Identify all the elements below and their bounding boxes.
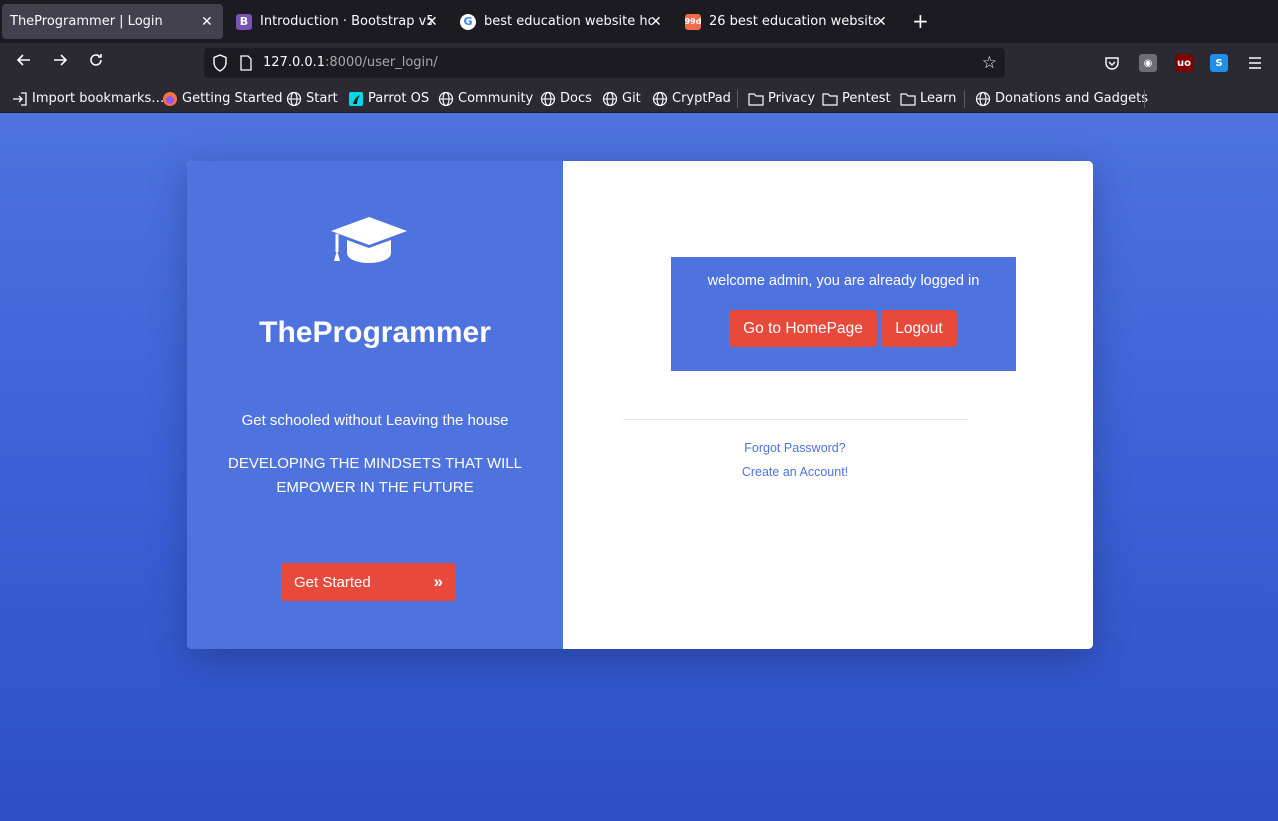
bookmark-label: Learn bbox=[920, 91, 957, 106]
page-background: TheProgrammer Get schooled without Leavi… bbox=[0, 113, 1278, 821]
mission-statement: DEVELOPING THE MINDSETS THAT WILL EMPOWE… bbox=[228, 455, 522, 496]
bookmark-separator bbox=[964, 90, 965, 108]
close-tab-icon[interactable]: ✕ bbox=[875, 14, 887, 30]
bookmark-label: Docs bbox=[560, 91, 592, 106]
firefox-icon bbox=[162, 91, 178, 107]
bookmark-label: CryptPad bbox=[672, 91, 731, 106]
bookmark-git[interactable]: Git bbox=[602, 90, 641, 107]
close-tab-icon[interactable]: ✕ bbox=[201, 14, 213, 30]
google-icon: G bbox=[460, 13, 476, 30]
create-account-link[interactable]: Create an Account! bbox=[563, 465, 1027, 479]
globe-icon bbox=[975, 91, 991, 107]
bookmark-start[interactable]: Start bbox=[286, 90, 338, 107]
bookmark-label: Donations and Gadgets bbox=[995, 91, 1148, 106]
url-host: 127.0.0.1 bbox=[263, 55, 326, 70]
divider bbox=[623, 419, 968, 420]
bookmark-label: Privacy bbox=[768, 91, 816, 106]
bookmark-label: Git bbox=[622, 91, 641, 106]
pocket-icon[interactable] bbox=[1103, 54, 1121, 72]
extension-icon[interactable]: ◉ bbox=[1139, 54, 1157, 72]
get-started-button[interactable]: Get Started » bbox=[281, 563, 456, 601]
tab-google-search[interactable]: G best education website hom ✕ bbox=[460, 4, 668, 39]
graduation-cap-icon bbox=[329, 213, 409, 269]
bookmark-cryptpad[interactable]: CryptPad bbox=[652, 90, 731, 107]
bookmarks-bar: Import bookmarks… Getting Started Start … bbox=[0, 84, 1278, 113]
address-bar[interactable]: 127.0.0.1:8000/user_login/ ☆ bbox=[204, 48, 1005, 78]
tab-title: TheProgrammer | Login bbox=[10, 14, 163, 29]
bookmark-docs[interactable]: Docs bbox=[540, 90, 592, 107]
account-panel: welcome admin, you are already logged in… bbox=[563, 161, 1093, 649]
99designs-icon: 99d bbox=[685, 13, 701, 30]
close-tab-icon[interactable]: ✕ bbox=[426, 14, 438, 30]
url-text[interactable]: 127.0.0.1:8000/user_login/ bbox=[263, 55, 438, 70]
welcome-message: welcome admin, you are already logged in bbox=[707, 273, 980, 289]
tab-theprogrammer-login[interactable]: TheProgrammer | Login ✕ bbox=[2, 4, 223, 39]
folder-icon bbox=[900, 92, 916, 106]
url-path: :8000/user_login/ bbox=[325, 55, 438, 70]
bookmark-star-icon[interactable]: ☆ bbox=[982, 53, 997, 73]
import-icon bbox=[12, 91, 28, 106]
shield-icon[interactable] bbox=[212, 54, 228, 76]
tab-strip: TheProgrammer | Login ✕ B Introduction ·… bbox=[0, 0, 1278, 43]
login-card: TheProgrammer Get schooled without Leavi… bbox=[187, 161, 1093, 649]
bookmark-label: Pentest bbox=[842, 91, 891, 106]
brand-title: TheProgrammer bbox=[259, 316, 491, 349]
bookmark-separator bbox=[737, 90, 738, 108]
reload-icon[interactable] bbox=[84, 52, 108, 74]
go-to-homepage-button[interactable]: Go to HomePage bbox=[729, 310, 877, 347]
bookmark-folder-learn[interactable]: Learn bbox=[900, 90, 956, 107]
bookmark-label: Import bookmarks… bbox=[32, 91, 165, 106]
globe-icon bbox=[438, 91, 454, 107]
tab-bootstrap[interactable]: B Introduction · Bootstrap v5.0 ✕ bbox=[236, 4, 444, 39]
globe-icon bbox=[652, 91, 668, 107]
tab-title: 26 best education website d bbox=[709, 14, 877, 29]
brand-panel: TheProgrammer Get schooled without Leavi… bbox=[187, 161, 563, 649]
s-extension-icon[interactable]: S bbox=[1210, 54, 1228, 72]
ublock-origin-icon[interactable]: uo bbox=[1175, 54, 1193, 72]
menu-icon[interactable] bbox=[1246, 54, 1264, 72]
new-tab-icon[interactable]: + bbox=[912, 10, 929, 32]
bookmark-separator bbox=[1144, 90, 1145, 108]
bookmark-getting-started[interactable]: Getting Started bbox=[162, 90, 283, 107]
double-chevron-right-icon: » bbox=[433, 572, 443, 591]
page-icon bbox=[240, 55, 252, 75]
bookmark-label: Start bbox=[306, 91, 338, 106]
bookmark-folder-privacy[interactable]: Privacy bbox=[748, 90, 815, 107]
logged-in-notice: welcome admin, you are already logged in… bbox=[671, 257, 1016, 371]
get-started-label: Get Started bbox=[294, 573, 371, 591]
globe-icon bbox=[286, 91, 302, 107]
tab-title: best education website hom bbox=[484, 14, 652, 29]
tab-99designs[interactable]: 99d 26 best education website d ✕ bbox=[685, 4, 893, 39]
bookmark-folder-pentest[interactable]: Pentest bbox=[822, 90, 891, 107]
bookmark-import[interactable]: Import bookmarks… bbox=[12, 90, 164, 107]
folder-icon bbox=[748, 92, 764, 106]
bookmark-label: Parrot OS bbox=[368, 91, 430, 106]
navigation-toolbar: 127.0.0.1:8000/user_login/ ☆ ◉ uo S bbox=[0, 43, 1278, 84]
globe-icon bbox=[602, 91, 618, 107]
folder-icon bbox=[822, 92, 838, 106]
logout-button[interactable]: Logout bbox=[881, 310, 957, 347]
tagline: Get schooled without Leaving the house bbox=[241, 412, 509, 429]
forgot-password-link[interactable]: Forgot Password? bbox=[563, 441, 1027, 455]
globe-icon bbox=[540, 91, 556, 107]
parrot-icon bbox=[348, 91, 364, 107]
bookmark-parrot-os[interactable]: Parrot OS bbox=[348, 90, 429, 107]
back-icon[interactable] bbox=[12, 52, 36, 74]
bookmark-label: Community bbox=[458, 91, 534, 106]
bookmark-donations-and-gadgets[interactable]: Donations and Gadgets bbox=[975, 90, 1148, 107]
bookmark-community[interactable]: Community bbox=[438, 90, 533, 107]
tab-title: Introduction · Bootstrap v5.0 bbox=[260, 14, 432, 29]
bootstrap-icon: B bbox=[236, 13, 252, 30]
forward-icon[interactable] bbox=[48, 52, 72, 74]
bookmark-label: Getting Started bbox=[182, 91, 283, 106]
close-tab-icon[interactable]: ✕ bbox=[650, 14, 662, 30]
